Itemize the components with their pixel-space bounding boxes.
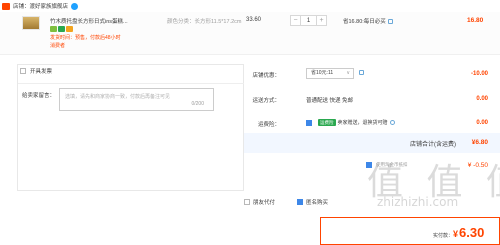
payment-label: 实付款： [433, 233, 454, 239]
chat-icon[interactable] [71, 2, 79, 10]
message-label: 给卖家留言： [22, 93, 56, 99]
badge-icon [50, 26, 57, 32]
chevron-down-icon: ∨ [346, 70, 350, 76]
insurance-tag: 运费险 [318, 119, 336, 126]
store-total-amount: ¥6.80 [471, 139, 488, 146]
anonymous-option[interactable]: 匿名购买 [297, 198, 328, 206]
coin-discount-row: 使用淘金币抵扣 ¥ -0.50 [360, 160, 500, 174]
shipping-insurance-info: 运费险 卖家赠送，退换货可赔 [306, 119, 395, 126]
order-item-row: 竹木质托盘长方形日式ins蛋糕... 发货时间：预售，付款后48小时 消费者 颜… [0, 12, 500, 55]
message-char-count: 0/200 [191, 101, 204, 107]
sku-info: 颜色分类：长方形11.5*17.2cm [167, 19, 242, 25]
checkout-options: 朋友代付 匿名购买 [244, 198, 346, 206]
badge-icon [66, 26, 73, 32]
quantity-increase-button[interactable]: + [316, 15, 327, 26]
shipping-method: 普通配送 快递 免邮 [306, 98, 354, 104]
seller-message-input[interactable]: 选填，请先和商家协商一致，付款后再备注可见 0/200 [59, 88, 214, 111]
anonymous-checkbox[interactable] [297, 199, 304, 205]
info-icon[interactable] [359, 70, 364, 75]
delivery-time: 发货时间：预售，付款后48小时 [50, 35, 121, 41]
divider [18, 83, 244, 84]
store-prefix: 店铺： [13, 4, 30, 10]
product-title-link[interactable]: 竹木质托盘长方形日式ins蛋糕... [50, 17, 160, 25]
product-thumbnail[interactable] [22, 16, 40, 30]
store-header: 店铺： 渡好家族旗舰店 [0, 0, 500, 12]
shipping-insurance-checkbox[interactable] [306, 119, 312, 126]
message-placeholder: 选填，请先和商家协商一致，付款后再备注可见 [65, 94, 171, 100]
badge-icon [58, 26, 65, 32]
unit-price: 33.60 [246, 17, 262, 23]
shipping-row: 运送方式： 普通配送 快递 免邮 0.00 [244, 92, 500, 112]
promotion-text: 省16.80:每日必买 [343, 19, 386, 25]
friend-pay-option[interactable]: 朋友代付 [244, 198, 275, 206]
invoice-checkbox[interactable] [20, 68, 26, 74]
coin-discount-checkbox[interactable] [366, 162, 372, 168]
shipping-insurance-amount: 0.00 [476, 120, 488, 126]
help-icon[interactable] [389, 120, 395, 125]
coin-discount-amount: ¥ -0.50 [467, 162, 488, 169]
quantity-input[interactable]: 1 [301, 15, 316, 26]
friend-pay-label: 朋友代付 [253, 200, 276, 206]
invoice-option[interactable]: 开具发票 [20, 67, 52, 75]
item-subtotal: 16.80 [467, 17, 484, 24]
shipping-label: 运送方式： [252, 98, 280, 104]
store-name-link[interactable]: 渡好家族旗舰店 [30, 2, 69, 10]
invoice-label: 开具发票 [30, 69, 53, 75]
quantity-decrease-button[interactable]: − [290, 15, 301, 26]
insurance-text: 卖家赠送，退换货可赔 [337, 120, 388, 126]
payment-summary: 实付款： ¥6.30 [320, 217, 500, 245]
payment-amount: ¥6.30 [453, 225, 484, 240]
currency-symbol: ¥ [453, 229, 459, 239]
promotion-info: 省16.80:每日必买 [343, 17, 393, 25]
store-icon [2, 2, 10, 10]
friend-pay-checkbox[interactable] [244, 199, 250, 205]
store-total-row: 店铺合计(含运费) ¥6.80 [244, 133, 500, 153]
coin-discount-text: 使用淘金币抵扣 [376, 162, 408, 167]
coupon-amount: -10.00 [470, 71, 488, 77]
coupon-label: 店铺优惠： [252, 73, 280, 79]
shipping-insurance-label: 运费险： [257, 122, 280, 128]
watermark-domain: zhizhizhi.com [377, 195, 459, 209]
coupon-select[interactable]: 省10元:11 ∨ [306, 68, 354, 79]
quantity-stepper: − 1 + [290, 15, 327, 26]
store-total-label: 店铺合计(含运费) [410, 142, 456, 148]
anonymous-label: 匿名购买 [306, 200, 329, 206]
coupon-row: 店铺优惠： 省10元:11 ∨ -10.00 [244, 67, 500, 87]
coupon-selected-value: 省10元:11 [311, 70, 334, 76]
consumer-protection: 消费者 [50, 43, 66, 49]
payment-value: 6.30 [459, 225, 485, 240]
info-icon[interactable] [387, 19, 393, 25]
service-badges [50, 26, 73, 32]
shipping-amount: 0.00 [476, 96, 488, 102]
